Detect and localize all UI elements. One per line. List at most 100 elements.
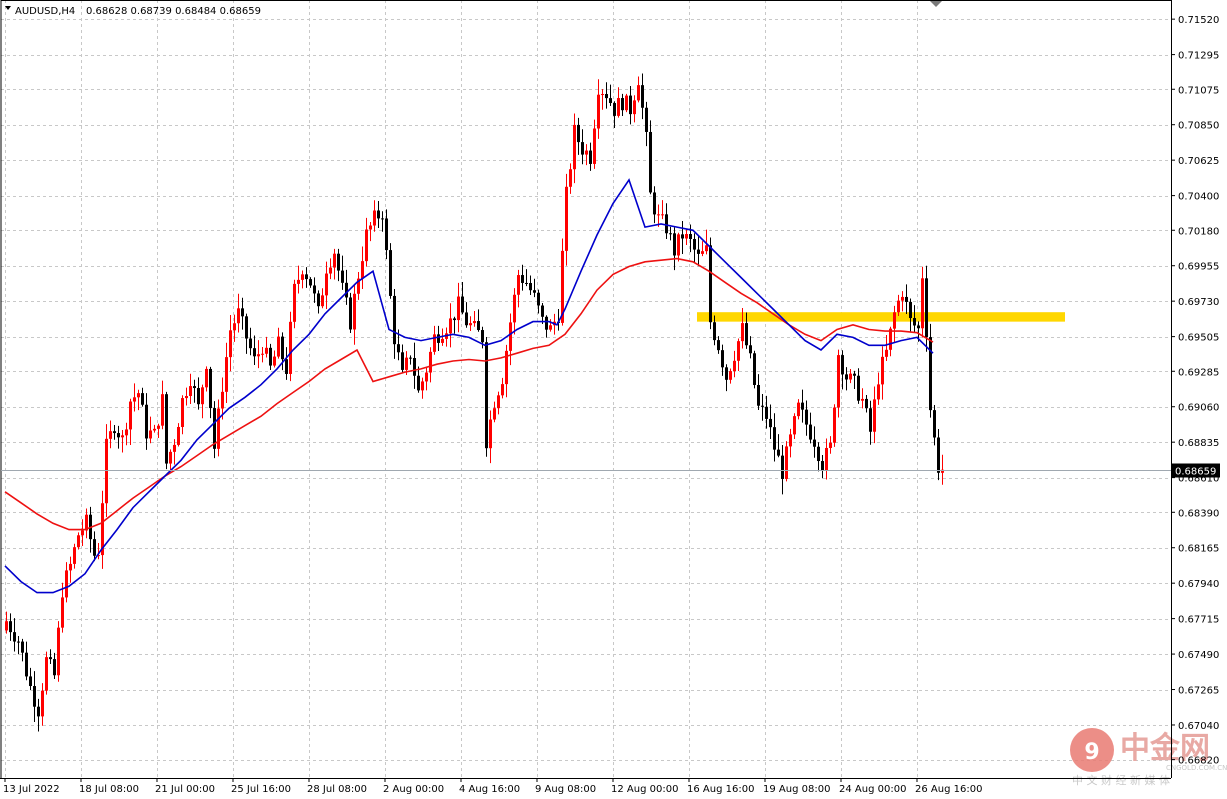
candle-155 [625, 93, 628, 113]
candle-body [105, 438, 108, 504]
candle-body [381, 218, 384, 220]
candle-body [253, 348, 256, 357]
candle-body [81, 530, 84, 536]
candle-body [625, 95, 628, 111]
price-tick-label: 0.70180 [1178, 226, 1219, 237]
candle-body [929, 337, 932, 411]
price-tick-label: 0.67940 [1178, 579, 1219, 590]
candle-120 [485, 337, 488, 457]
candle-body [385, 218, 388, 251]
candle-body [541, 305, 544, 317]
candle-body [697, 249, 700, 254]
candle-body [721, 350, 724, 368]
candle-body [453, 318, 456, 321]
candle-body [757, 384, 760, 406]
candle-body [605, 94, 608, 99]
candle-body [437, 334, 440, 343]
candle-body [177, 426, 180, 445]
candle-231 [929, 323, 932, 418]
candle-body [185, 395, 188, 399]
candle-body [617, 98, 620, 116]
candle-body [705, 245, 708, 252]
candle-body [589, 150, 592, 164]
candle-body [653, 192, 656, 215]
candle-body [881, 356, 884, 385]
candle-208 [837, 349, 840, 418]
candle-body [677, 234, 680, 256]
candle-body [549, 325, 552, 330]
candle-body [377, 210, 380, 219]
candle-body [577, 124, 580, 143]
candle-body [61, 597, 64, 628]
candle-body [345, 282, 348, 298]
candle-body [833, 407, 836, 443]
time-tick-label: 2 Aug 00:00 [383, 784, 444, 795]
time-tick-label: 13 Jul 2022 [3, 784, 60, 795]
candle-body [245, 316, 248, 339]
candle-body [369, 225, 372, 230]
candle-body [565, 186, 568, 251]
candle-40 [165, 391, 168, 470]
price-tick-label: 0.69060 [1178, 403, 1219, 414]
candle-body [681, 234, 684, 239]
candle-body [281, 336, 284, 360]
candle-body [777, 449, 780, 456]
candle-body [5, 621, 8, 631]
candle-body [349, 297, 352, 330]
candle-body [289, 321, 292, 374]
candle-body [161, 394, 164, 426]
candle-body [633, 100, 636, 115]
candle-body [329, 267, 332, 274]
candle-body [493, 408, 496, 420]
price-tick-label: 0.68390 [1178, 508, 1219, 519]
candle-body [733, 360, 736, 372]
price-tick-label: 0.69730 [1178, 297, 1219, 308]
candle-body [393, 295, 396, 345]
candle-body [525, 282, 528, 284]
candle-body [301, 274, 304, 280]
candle-body [861, 398, 864, 401]
time-tick-label: 19 Aug 08:00 [763, 784, 830, 795]
candle-body [665, 214, 668, 234]
candle-body [877, 384, 880, 400]
candle-body [917, 325, 920, 329]
candle-body [897, 300, 900, 313]
candle-body [785, 446, 788, 479]
candle-body [521, 275, 524, 283]
candle-body [725, 367, 728, 380]
candle-body [193, 386, 196, 389]
time-tick-label: 9 Aug 08:00 [535, 784, 596, 795]
price-tick-label: 0.71520 [1178, 15, 1219, 26]
candle-195 [785, 441, 788, 482]
candle-body [801, 402, 804, 410]
candle-body [297, 279, 300, 284]
candlestick-chart[interactable]: 9 中金网 中 文 财 经 新 媒 体 CNGOLD.COM.CN 0.7152… [0, 0, 1227, 799]
candle-body [41, 690, 44, 717]
candle-body [57, 627, 60, 676]
candle-body [429, 351, 432, 373]
candle-body [69, 563, 72, 571]
candle-10 [45, 651, 48, 695]
candle-body [117, 433, 120, 438]
candle-body [77, 535, 80, 548]
candle-body [93, 539, 96, 556]
candle-body [629, 95, 632, 115]
candle-body [749, 345, 752, 354]
candle-body [593, 128, 596, 164]
candle-body [305, 274, 308, 280]
candle-body [17, 641, 20, 643]
candle-body [569, 169, 572, 187]
candle-body [337, 253, 340, 271]
candle-body [729, 371, 732, 380]
candle-body [421, 381, 424, 391]
candle-body [853, 373, 856, 376]
candle-body [53, 659, 56, 676]
price-tick-label: 0.69505 [1178, 333, 1219, 344]
candle-body [709, 245, 712, 323]
candle-body [909, 301, 912, 319]
candle-body [265, 347, 268, 354]
candle-body [669, 233, 672, 235]
candle-body [509, 322, 512, 351]
candle-body [481, 330, 484, 343]
candle-body [513, 294, 516, 323]
